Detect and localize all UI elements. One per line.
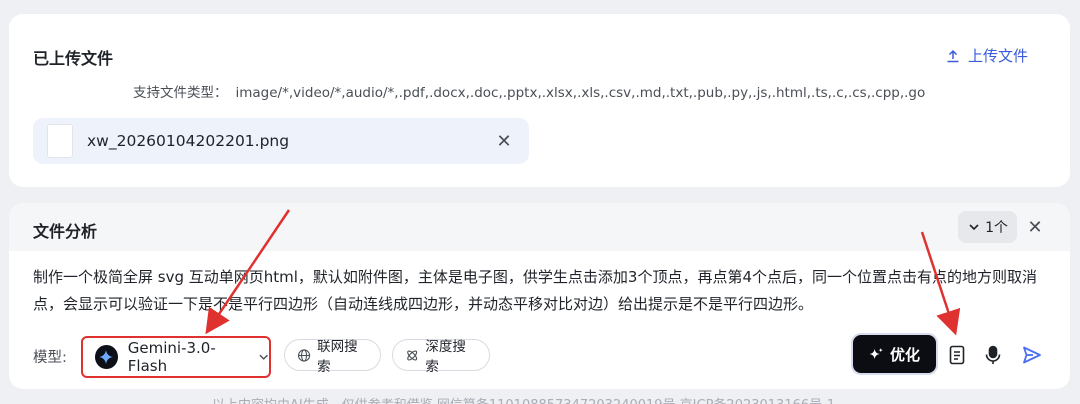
model-name: Gemini-3.0-Flash: [127, 339, 216, 375]
deep-search-toggle[interactable]: 深度搜索: [392, 339, 490, 375]
model-label: 模型:: [33, 350, 67, 366]
optimize-button[interactable]: 优化: [853, 335, 936, 373]
file-count-label: 1个: [985, 220, 1008, 236]
file-analysis-title: 文件分析: [33, 222, 98, 241]
remove-file-close-icon[interactable]: ✕: [493, 130, 515, 152]
uploaded-files-title: 已上传文件: [33, 49, 114, 68]
document-button[interactable]: [945, 343, 969, 367]
atom-icon: [407, 350, 418, 360]
document-icon: [949, 345, 965, 365]
microphone-icon: [985, 345, 1001, 364]
web-search-label: 联网搜索: [317, 339, 358, 375]
file-analysis-card: 文件分析 1个 ✕ 制作一个极简全屏 svg 互动单网页html，默认如附件图，…: [9, 203, 1070, 389]
uploaded-file-chip[interactable]: xw_20260104202201.png ✕: [33, 118, 529, 164]
microphone-button[interactable]: [981, 343, 1005, 367]
image-thumbnail-icon: [47, 124, 73, 158]
upload-file-button[interactable]: 上传文件: [946, 45, 1028, 66]
send-button[interactable]: [1020, 343, 1044, 367]
optimize-label: 优化: [889, 345, 920, 364]
gemini-logo-icon: [95, 345, 118, 369]
send-icon: [1023, 346, 1041, 364]
file-count-dropdown[interactable]: 1个: [958, 211, 1017, 243]
upload-icon: [947, 49, 959, 62]
prompt-input[interactable]: 制作一个极简全屏 svg 互动单网页html，默认如附件图，主体是电子图，供学生…: [33, 264, 1053, 318]
supported-types-label: 支持文件类型：: [133, 85, 228, 101]
model-select[interactable]: Gemini-3.0-Flash: [81, 336, 271, 378]
disclaimer-footer: 以上内容均由AI生成，仅供参考和借鉴 网信算备11010885734720324…: [212, 394, 835, 404]
globe-icon: [297, 348, 311, 362]
supported-types-row: 支持文件类型： image/*,video/*,audio/*,.pdf,.doc…: [133, 81, 925, 101]
chevron-down-icon: [969, 224, 979, 231]
supported-types-value: image/*,video/*,audio/*,.pdf,.docx,.doc,…: [235, 85, 926, 101]
chevron-down-icon: [259, 354, 268, 360]
uploaded-file-name: xw_20260104202201.png: [87, 132, 290, 150]
uploaded-files-card: 已上传文件 上传文件 支持文件类型： image/*,video/*,audio/…: [9, 14, 1070, 187]
close-analysis-close-icon[interactable]: ✕: [1024, 216, 1046, 238]
web-search-toggle[interactable]: 联网搜索: [284, 339, 381, 375]
file-analysis-header: 文件分析 1个 ✕: [9, 203, 1070, 251]
deep-search-label: 深度搜索: [425, 339, 466, 375]
upload-file-label: 上传文件: [967, 47, 1028, 65]
sparkle-icon: [869, 347, 883, 359]
